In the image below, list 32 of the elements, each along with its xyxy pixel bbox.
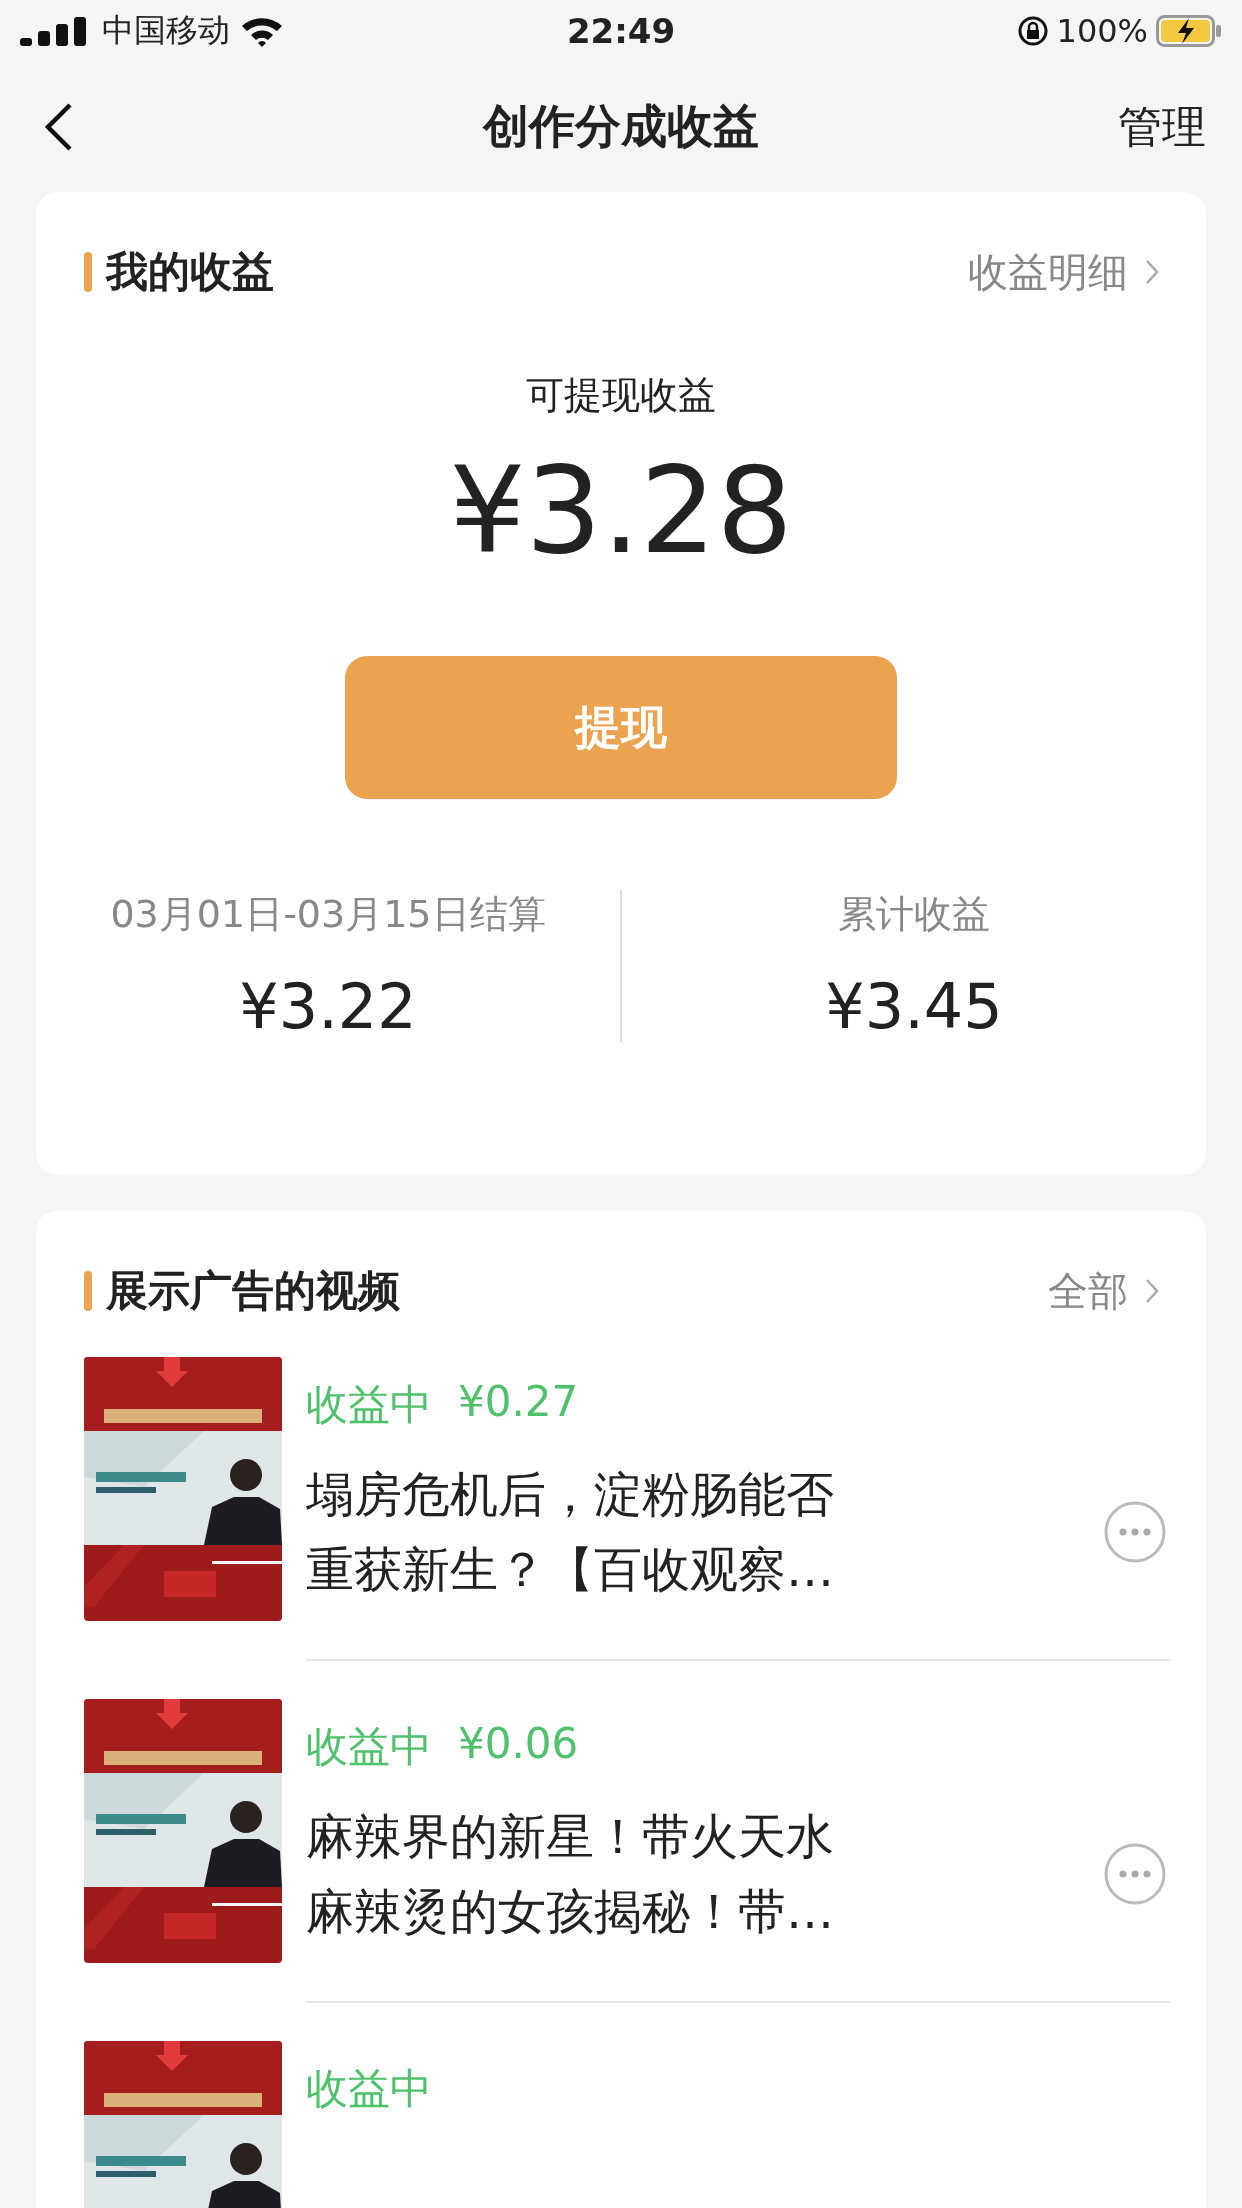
stat-value: ¥3.22: [239, 970, 417, 1043]
back-icon[interactable]: [44, 102, 74, 152]
section-title: 展示广告的视频: [106, 1265, 400, 1317]
chevron-right-icon: [1144, 1277, 1160, 1305]
chevron-right-icon: [1144, 258, 1160, 286]
all-link[interactable]: 全部: [1048, 1263, 1160, 1319]
video-title[interactable]: 麻辣界的新星！带火天水麻辣烫的女孩揭秘！带…: [306, 1799, 851, 1949]
wifi-icon: [240, 15, 284, 47]
video-earning: ¥0.06: [458, 1719, 579, 1770]
accent-bar: [84, 1271, 92, 1311]
battery-percentage: 100%: [1056, 12, 1148, 50]
stat-label: 累计收益: [838, 891, 990, 938]
accent-bar: [84, 252, 92, 292]
section-title: 我的收益: [106, 246, 274, 298]
video-earning: ¥0.27: [458, 1377, 579, 1428]
more-icon[interactable]: [1104, 1843, 1166, 1905]
withdrawable-label: 可提现收益: [526, 372, 716, 419]
carrier-name: 中国移动: [102, 10, 230, 51]
battery-icon: [1156, 15, 1222, 47]
withdrawable-amount: ¥3.28: [449, 441, 793, 580]
stat-value: ¥3.45: [825, 970, 1003, 1043]
stat-label: 03月01日-03月15日结算: [110, 891, 546, 938]
manage-button[interactable]: 管理: [1118, 97, 1206, 157]
clock-time: 22:49: [566, 11, 676, 51]
video-title[interactable]: 塌房危机后，淀粉肠能否重获新生？【百收观察…: [306, 1457, 851, 1607]
earning-status: 收益中: [306, 2063, 432, 2115]
rotation-lock-icon: [1016, 15, 1049, 47]
earning-status: 收益中: [306, 1379, 432, 1431]
more-icon[interactable]: [1104, 1501, 1166, 1563]
earning-status: 收益中: [306, 1721, 432, 1773]
page-title: 创作分成收益: [483, 98, 759, 155]
details-link[interactable]: 收益明细: [968, 244, 1160, 300]
